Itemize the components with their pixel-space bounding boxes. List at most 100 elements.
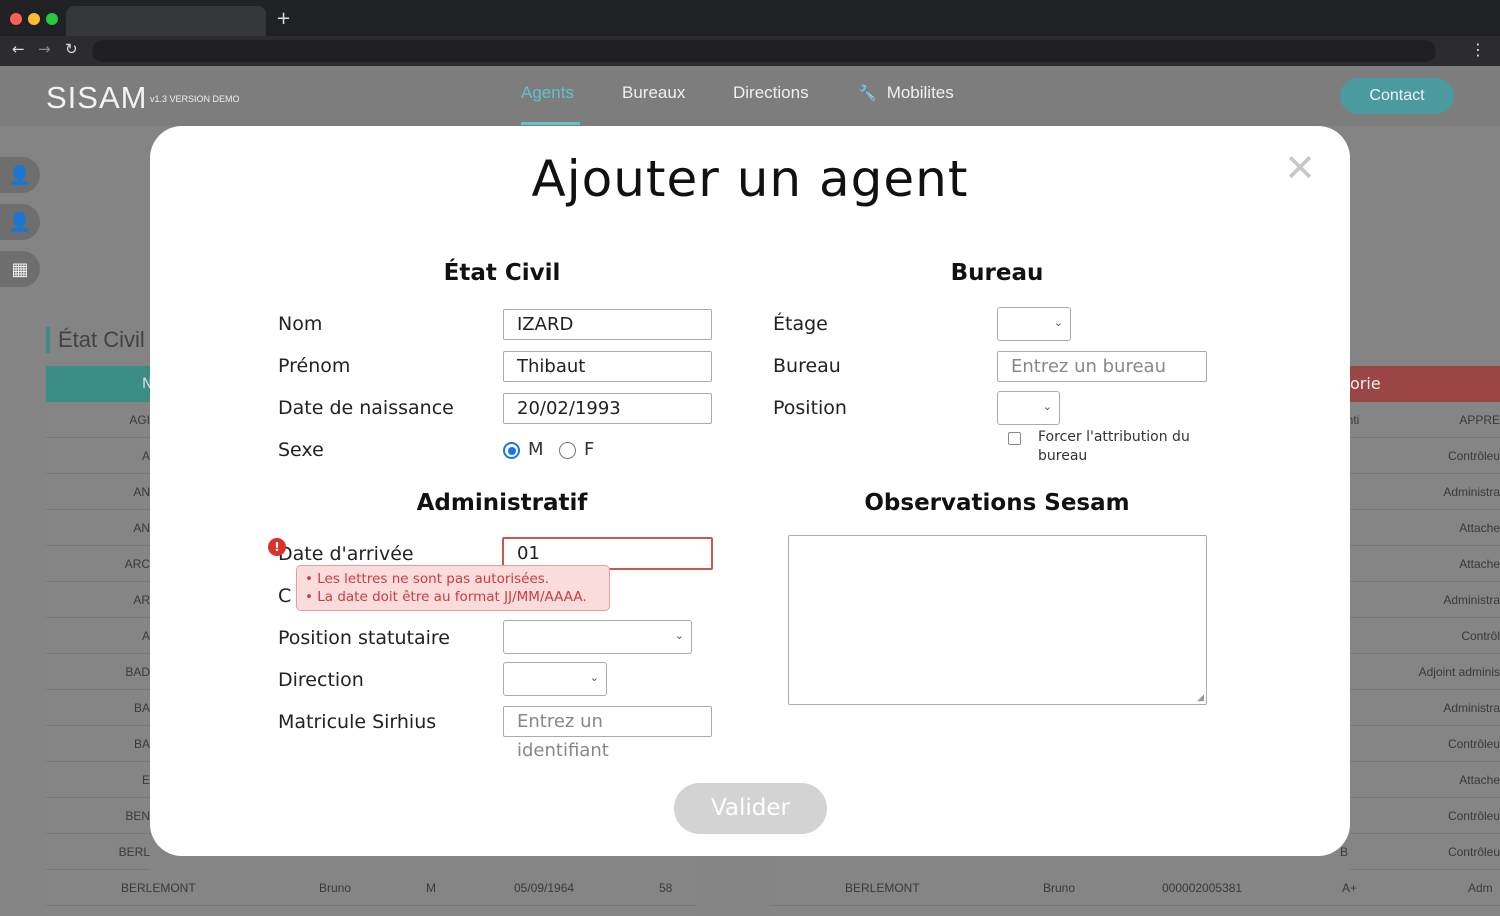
bg-table-row[interactable]: Contrôleu <box>1350 438 1500 474</box>
bg-table-header-right: orie <box>1350 366 1500 402</box>
bg-cell: Contrôl <box>1461 629 1500 643</box>
contact-button[interactable]: Contact <box>1340 78 1454 114</box>
naissance-input[interactable]: 20/02/1993 <box>503 393 712 424</box>
bg-table-row[interactable]: AN <box>46 510 150 546</box>
bg-table-row[interactable]: AN <box>46 474 150 510</box>
app-logo[interactable]: SISAM <box>46 80 147 116</box>
modal-title: Ajouter un agent <box>531 150 969 208</box>
browser-tab[interactable] <box>66 6 266 36</box>
bg-cell: AR <box>133 593 150 607</box>
bg-table-row[interactable]: E <box>46 762 150 798</box>
bg-cell: Contrôleu <box>1447 737 1500 751</box>
bg-cell: 000002005381 <box>1162 881 1243 895</box>
nav-active-indicator <box>521 122 580 125</box>
bg-cell: BERL <box>118 845 150 859</box>
position-select[interactable]: ⌄ <box>997 391 1060 425</box>
edit-user-icon[interactable]: 👤 <box>0 204 40 240</box>
bg-cell: 58 <box>659 881 673 895</box>
position-statutaire-select[interactable]: ⌄ <box>503 620 692 654</box>
wrench-icon: 🔧 <box>858 85 877 102</box>
bg-cell: Administra <box>1443 701 1500 715</box>
bg-table-row[interactable]: Contrôleu <box>1350 726 1500 762</box>
bg-table-row[interactable]: Contrôleu <box>1350 798 1500 834</box>
bureau-input[interactable]: Entrez un bureau <box>997 351 1207 382</box>
nav-agents[interactable]: Agents <box>521 83 574 103</box>
prenom-input[interactable]: Thibaut <box>503 351 712 382</box>
bg-table-row[interactable]: BERLEMONT Bruno 000002005381 A+ Adm <box>770 870 1500 906</box>
bg-cell: Contrôleu <box>1447 845 1500 859</box>
resize-handle-icon[interactable]: ◢ <box>1197 693 1204 703</box>
add-user-icon[interactable]: 👤 <box>0 157 40 193</box>
sexe-m-radio[interactable] <box>503 442 520 459</box>
matricule-input[interactable]: Entrez un identifiant <box>503 706 712 761</box>
position-label: Position <box>773 397 847 419</box>
nav-mobilites[interactable]: 🔧 Mobilites <box>858 83 954 103</box>
bg-table-row[interactable]: A <box>46 618 150 654</box>
bg-table-row[interactable]: Attache <box>1350 510 1500 546</box>
etage-label: Étage <box>773 313 828 335</box>
bureau-title: Bureau <box>950 260 1044 286</box>
valider-button[interactable]: Valider <box>674 783 827 834</box>
bg-table-row[interactable]: entiAPPRE <box>1340 402 1500 438</box>
bg-cell: AN <box>133 521 150 535</box>
bg-cell: BERLEMONT <box>845 881 920 895</box>
close-window-icon[interactable] <box>10 13 22 25</box>
nom-label: Nom <box>278 313 323 335</box>
bg-cell: A <box>141 449 150 463</box>
browser-menu-icon[interactable]: ⋮ <box>1470 40 1486 59</box>
bg-cell: BA <box>133 737 150 751</box>
bg-table-row[interactable]: Administra <box>1350 690 1500 726</box>
bg-table-row[interactable]: BA <box>46 690 150 726</box>
bg-table-row[interactable]: AR <box>46 582 150 618</box>
direction-select[interactable]: ⌄ <box>503 662 607 696</box>
force-attribution-checkbox[interactable] <box>1008 432 1021 445</box>
address-bar[interactable] <box>92 40 1436 62</box>
new-tab-icon[interactable]: + <box>276 8 291 29</box>
bg-table-row[interactable]: BERL <box>46 834 150 870</box>
bg-table-row[interactable]: BAD <box>46 654 150 690</box>
prenom-label: Prénom <box>278 355 351 377</box>
bg-cell: BA <box>133 701 150 715</box>
bg-table-row[interactable]: Adjoint adminis <box>1350 654 1500 690</box>
bg-table-row[interactable]: A <box>46 438 150 474</box>
app-version: v1.3 VERSION DEMO <box>150 94 240 104</box>
bg-table-row[interactable]: Contrôl <box>1350 618 1500 654</box>
table-icon[interactable]: ▦ <box>0 251 40 287</box>
bg-table-row[interactable]: BEN <box>46 798 150 834</box>
bg-cell: AGI <box>129 413 150 427</box>
minimize-window-icon[interactable] <box>28 13 40 25</box>
reload-icon[interactable]: ↻ <box>65 40 78 58</box>
bg-cell: M <box>426 881 436 895</box>
bg-table-row[interactable]: B Contrôleu <box>1340 834 1500 870</box>
bg-table-row[interactable]: Attache <box>1350 546 1500 582</box>
bg-table-row[interactable]: Attache <box>1350 762 1500 798</box>
back-icon[interactable]: ← <box>12 40 25 58</box>
arrivee-label: Date d'arrivée <box>278 543 414 565</box>
add-agent-modal <box>150 126 1350 856</box>
bg-table-row[interactable]: AGI <box>46 402 150 438</box>
bg-table-row[interactable]: Administra <box>1350 474 1500 510</box>
observations-textarea[interactable]: ◢ <box>788 535 1207 705</box>
bg-cell: APPRE <box>1459 413 1500 427</box>
force-attribution-label: Forcer l'attribution du bureau <box>1038 429 1190 464</box>
sexe-f-radio[interactable] <box>559 442 576 459</box>
bg-table-row[interactable]: Administra <box>1350 582 1500 618</box>
nom-input[interactable]: IZARD <box>503 309 712 340</box>
bg-cell: BERLEMONT <box>121 881 196 895</box>
validation-error-tooltip: • Les lettres ne sont pas autorisées. • … <box>296 565 610 611</box>
nav-bureaux[interactable]: Bureaux <box>622 83 685 103</box>
nav-directions[interactable]: Directions <box>733 83 809 103</box>
bg-cell: Bruno <box>319 881 352 895</box>
bg-table-row[interactable]: ARC <box>46 546 150 582</box>
etage-select[interactable]: ⌄ <box>997 307 1071 341</box>
bg-table-row[interactable]: BERLEMONT Bruno M 05/09/1964 58 <box>46 870 696 906</box>
bg-cell: E <box>141 773 150 787</box>
bg-cell: BAD <box>125 665 150 679</box>
forward-icon[interactable]: → <box>38 40 51 58</box>
bg-cell: Adjoint adminis <box>1418 665 1500 679</box>
sexe-f-label: F <box>584 439 595 460</box>
bg-table-row[interactable]: BA <box>46 726 150 762</box>
maximize-window-icon[interactable] <box>46 13 58 25</box>
bg-cell: B <box>1340 845 1349 859</box>
naissance-label: Date de naissance <box>278 397 454 419</box>
